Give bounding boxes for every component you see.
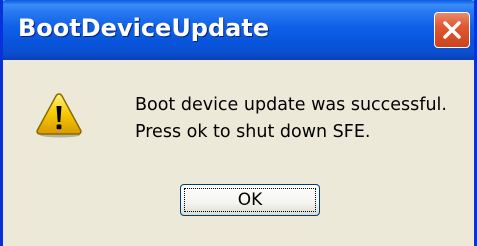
ok-button-label: OK — [184, 188, 316, 212]
close-icon — [443, 21, 461, 39]
dialog-title: BootDeviceUpdate — [18, 14, 270, 42]
dialog-window: BootDeviceUpdate Boot device update was … — [0, 0, 477, 246]
warning-icon — [36, 93, 82, 138]
message-line-2: Press ok to shut down SFE. — [135, 122, 371, 142]
ok-button[interactable]: OK — [180, 184, 320, 216]
message-text: Boot device update was successful. Press… — [135, 92, 447, 146]
title-bar[interactable]: BootDeviceUpdate — [3, 0, 474, 60]
message-line-1: Boot device update was successful. — [135, 95, 447, 115]
close-button[interactable] — [434, 12, 470, 48]
